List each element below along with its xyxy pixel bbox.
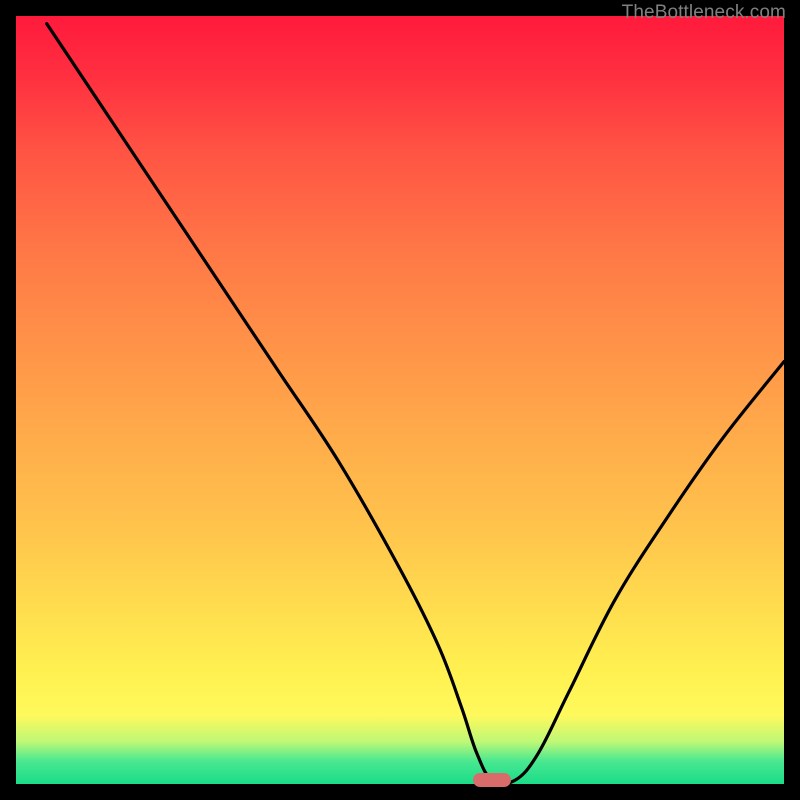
optimal-marker xyxy=(473,773,511,787)
chart-container: TheBottleneck.com xyxy=(0,0,800,800)
plot-area xyxy=(16,16,784,784)
bottleneck-curve xyxy=(16,16,784,784)
watermark-text: TheBottleneck.com xyxy=(622,2,786,24)
